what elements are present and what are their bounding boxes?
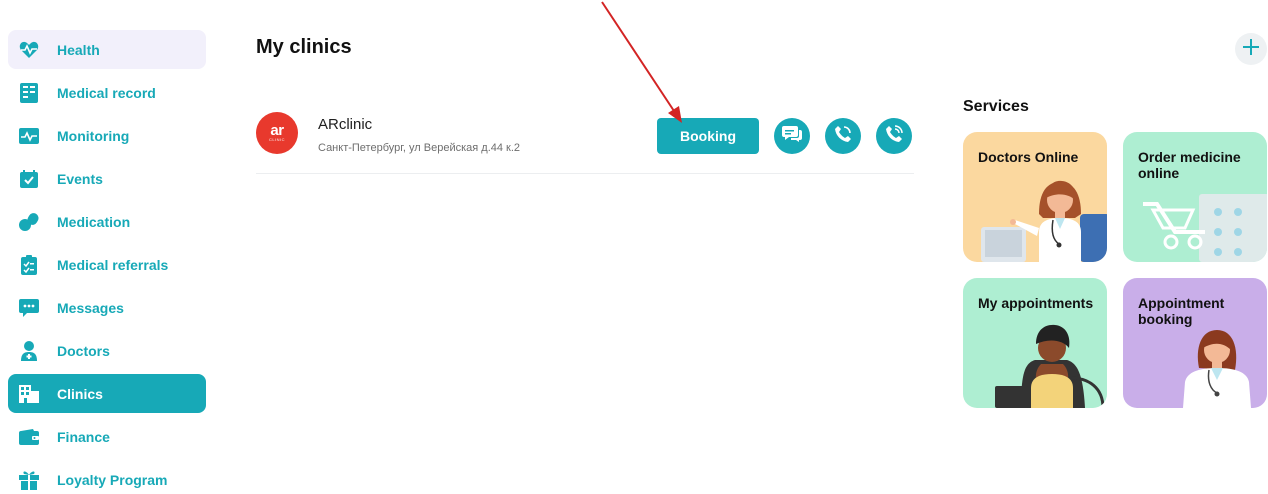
clinic-list-item[interactable]: ar CLINIC ARclinic Санкт-Петербург, ул В… bbox=[256, 104, 914, 174]
service-card-label: Doctors Online bbox=[978, 149, 1079, 165]
service-card-doctors-online[interactable]: Doctors Online bbox=[963, 132, 1107, 262]
sidebar-item-label: Medical record bbox=[57, 84, 156, 101]
sidebar-item-messages[interactable]: Messages bbox=[8, 288, 206, 327]
building-icon bbox=[19, 384, 39, 404]
sidebar-item-clinics[interactable]: Clinics bbox=[8, 374, 206, 413]
sidebar-item-events[interactable]: Events bbox=[8, 159, 206, 198]
clinic-name: ARclinic bbox=[318, 116, 373, 133]
call-button[interactable] bbox=[825, 118, 861, 154]
sidebar-item-doctors[interactable]: Doctors bbox=[8, 331, 206, 370]
sidebar-item-label: Health bbox=[57, 41, 100, 58]
services-title: Services bbox=[963, 98, 1029, 115]
sidebar-item-label: Messages bbox=[57, 299, 124, 316]
sidebar-item-label: Monitoring bbox=[57, 127, 130, 144]
page-title: My clinics bbox=[256, 36, 352, 58]
service-card-appointment-booking[interactable]: Appointment booking bbox=[1123, 278, 1267, 408]
service-card-my-appointments[interactable]: My appointments bbox=[963, 278, 1107, 408]
plus-icon bbox=[1243, 38, 1259, 60]
heart-pulse-icon bbox=[19, 40, 39, 60]
service-card-label: Appointment booking bbox=[1138, 295, 1225, 327]
chat-icon bbox=[782, 125, 802, 148]
sidebar-item-medication[interactable]: Medication bbox=[8, 202, 206, 241]
doctor-icon bbox=[19, 340, 39, 361]
sidebar-item-medical-record[interactable]: Medical record bbox=[8, 73, 206, 112]
sidebar-item-loyalty-program[interactable]: Loyalty Program bbox=[8, 460, 206, 494]
pills-icon bbox=[19, 212, 39, 232]
phone-call-icon bbox=[885, 124, 903, 148]
sidebar-item-label: Medication bbox=[57, 213, 131, 230]
service-card-label: My appointments bbox=[978, 295, 1094, 311]
clinic-address: Санкт-Петербург, ул Верейская д.44 к.2 bbox=[318, 142, 521, 154]
medical-record-icon bbox=[19, 82, 39, 103]
chat-button[interactable] bbox=[774, 118, 810, 154]
annotation-arrow-icon bbox=[601, 1, 682, 123]
sidebar-item-medical-referrals[interactable]: Medical referrals bbox=[8, 245, 206, 284]
clinic-logo-text: ar bbox=[270, 122, 284, 139]
phone-call-button[interactable] bbox=[876, 118, 912, 154]
sidebar-item-label: Medical referrals bbox=[57, 256, 169, 273]
sidebar-item-monitoring[interactable]: Monitoring bbox=[8, 116, 206, 155]
phone-icon bbox=[834, 125, 852, 148]
add-clinic-button[interactable] bbox=[1235, 33, 1267, 65]
service-card-label: Order medicine online bbox=[1138, 149, 1241, 181]
clinic-logo: ar CLINIC bbox=[256, 112, 298, 154]
clipboard-icon bbox=[19, 254, 39, 275]
sidebar-item-health[interactable]: Health bbox=[8, 30, 206, 69]
gift-icon bbox=[19, 470, 39, 490]
sidebar-item-label: Events bbox=[57, 170, 103, 187]
service-card-order-medicine[interactable]: Order medicine online bbox=[1123, 132, 1267, 262]
sidebar-item-label: Doctors bbox=[57, 342, 110, 359]
clinic-logo-subtext: CLINIC bbox=[268, 137, 286, 142]
sidebar-item-finance[interactable]: Finance bbox=[8, 417, 206, 456]
sidebar-item-label: Loyalty Program bbox=[57, 471, 168, 488]
wallet-icon bbox=[19, 427, 39, 447]
sidebar-item-label: Clinics bbox=[57, 385, 103, 402]
calendar-check-icon bbox=[19, 169, 39, 189]
chat-icon bbox=[19, 298, 39, 318]
sidebar-item-label: Finance bbox=[57, 428, 110, 445]
sidebar: Health Medical record Monitoring Events … bbox=[8, 30, 206, 494]
monitoring-icon bbox=[19, 126, 39, 146]
